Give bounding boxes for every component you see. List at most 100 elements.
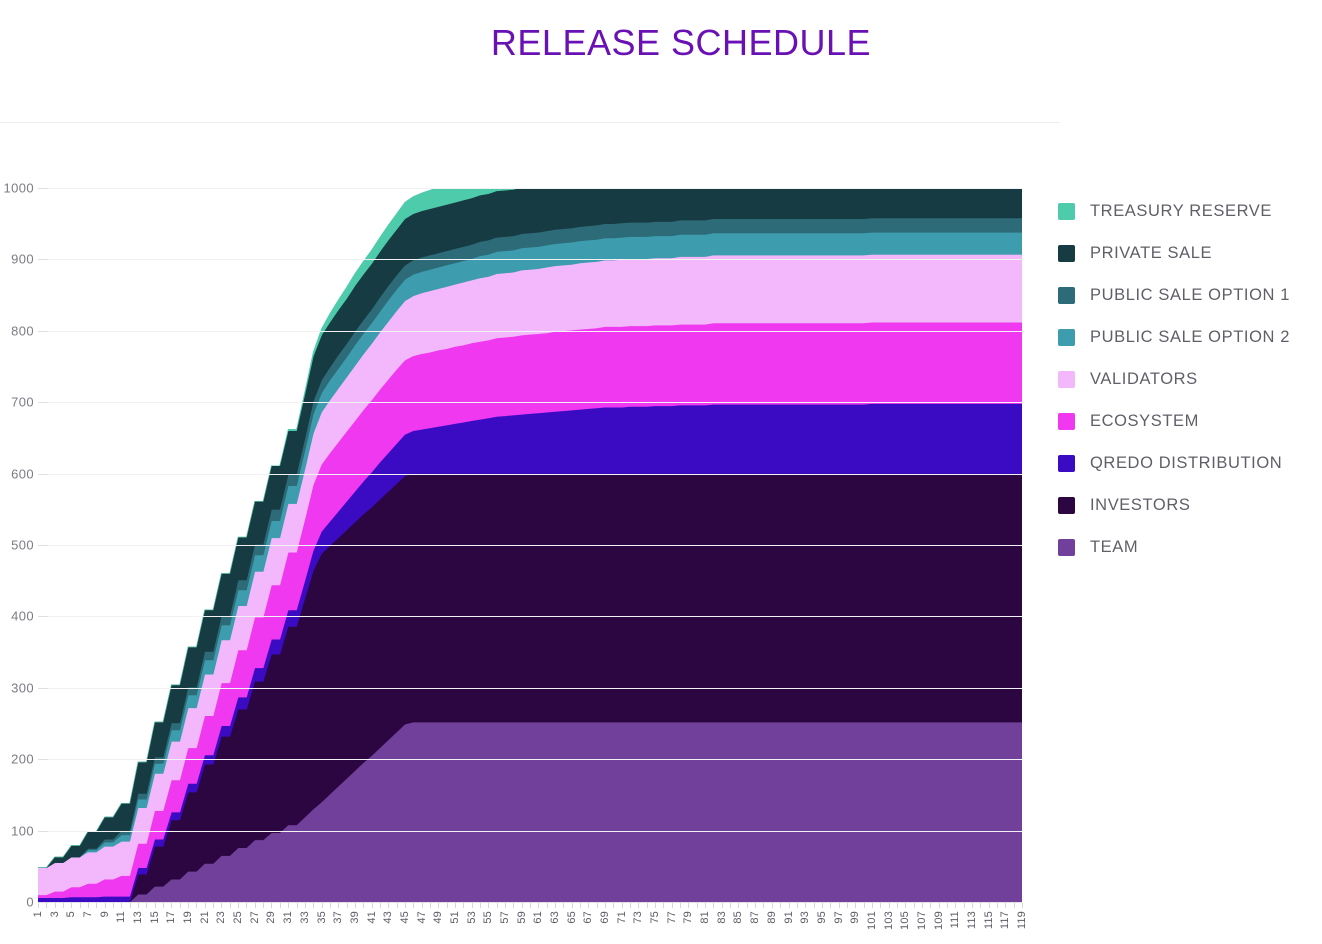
- x-tick-mark: [129, 903, 131, 908]
- x-tick-mark: [580, 903, 582, 908]
- legend-color-swatch: [1058, 496, 1075, 514]
- legend-color-swatch: [1058, 454, 1075, 472]
- x-tick-mark: [288, 903, 290, 908]
- legend-color-swatch: [1058, 244, 1075, 262]
- legend-item[interactable]: ECOSYSTEM: [1058, 400, 1318, 442]
- x-tick-label: 69: [599, 911, 612, 924]
- x-tick-label: 73: [632, 911, 645, 924]
- x-tick-label: 81: [699, 911, 712, 924]
- x-tick-label: 87: [749, 911, 762, 924]
- x-tick-mark: [638, 903, 640, 908]
- x-tick-mark: [913, 903, 915, 908]
- x-tick-mark: [388, 903, 390, 908]
- legend-color-swatch: [1058, 286, 1075, 304]
- x-tick-mark: [254, 903, 256, 908]
- x-tick-mark: [755, 903, 757, 908]
- x-tick-label: 27: [248, 911, 261, 924]
- x-tick-label: 113: [965, 911, 978, 930]
- x-tick-mark: [613, 903, 615, 908]
- x-tick-label: 23: [215, 911, 228, 924]
- legend-color-swatch: [1058, 538, 1075, 556]
- x-tick-mark: [46, 903, 48, 908]
- header-divider: [0, 122, 1060, 123]
- gridline: [48, 616, 1022, 618]
- y-tick-label: 800: [11, 323, 34, 339]
- x-tick-mark: [855, 903, 857, 908]
- x-tick-mark: [605, 903, 607, 908]
- legend-item[interactable]: PUBLIC SALE OPTION 2: [1058, 316, 1318, 358]
- x-tick-mark: [213, 903, 215, 908]
- x-tick-mark: [79, 903, 81, 908]
- legend-item-label: PRIVATE SALE: [1090, 243, 1213, 262]
- y-tick-label: 700: [11, 394, 34, 410]
- x-tick-label: 45: [398, 911, 411, 924]
- x-tick-mark: [930, 903, 932, 908]
- x-tick-mark: [871, 903, 873, 908]
- x-tick-mark: [454, 903, 456, 908]
- x-tick-label: 97: [832, 911, 845, 924]
- x-tick-mark: [321, 903, 323, 908]
- x-tick-mark: [329, 903, 331, 908]
- x-tick-mark: [54, 903, 56, 908]
- y-axis: 0 100 200 300 400 500 600 700 800 900 1000: [0, 170, 34, 920]
- x-tick-label: 99: [849, 911, 862, 924]
- x-tick-mark: [488, 903, 490, 908]
- x-tick-label: 111: [949, 911, 962, 929]
- legend-item[interactable]: QREDO DISTRIBUTION: [1058, 442, 1318, 484]
- x-tick-label: 1: [32, 911, 44, 918]
- y-tick-label: 600: [11, 466, 34, 482]
- x-tick-mark: [838, 903, 840, 908]
- x-tick-mark: [96, 903, 98, 908]
- x-tick-mark: [63, 903, 65, 908]
- x-tick-label: 13: [132, 911, 145, 924]
- x-tick-mark: [905, 903, 907, 908]
- x-tick-label: 47: [415, 911, 428, 924]
- x-tick-mark: [971, 903, 973, 908]
- x-tick-mark: [946, 903, 948, 908]
- y-tick-label: 0: [26, 894, 34, 910]
- legend-item[interactable]: PUBLIC SALE OPTION 1: [1058, 274, 1318, 316]
- x-tick-label: 3: [48, 911, 61, 918]
- x-tick-label: 79: [682, 911, 695, 924]
- x-tick-label: 107: [915, 911, 928, 930]
- x-tick-mark: [179, 903, 181, 908]
- legend-color-swatch: [1058, 412, 1075, 430]
- legend-item-label: TREASURY RESERVE: [1090, 201, 1272, 220]
- x-tick-mark: [1005, 903, 1007, 908]
- x-tick-label: 57: [498, 911, 511, 924]
- x-tick-mark: [813, 903, 815, 908]
- x-tick-mark: [738, 903, 740, 908]
- page-title: RELEASE SCHEDULE: [490, 22, 872, 63]
- x-tick-mark: [421, 903, 423, 908]
- x-tick-mark: [588, 903, 590, 908]
- y-tick-mark: [38, 616, 48, 618]
- x-tick-label: 119: [1016, 911, 1028, 930]
- x-tick-mark: [596, 903, 598, 908]
- x-tick-mark: [313, 903, 315, 908]
- legend-item[interactable]: VALIDATORS: [1058, 358, 1318, 400]
- x-tick-mark: [688, 903, 690, 908]
- x-tick-label: 53: [465, 911, 478, 924]
- y-tick-mark: [38, 259, 48, 261]
- x-tick-mark: [671, 903, 673, 908]
- x-tick-label: 35: [315, 911, 328, 924]
- gridline: [48, 830, 1022, 832]
- legend-item[interactable]: TREASURY RESERVE: [1058, 190, 1318, 232]
- gridline: [48, 545, 1022, 546]
- x-tick-label: 21: [198, 911, 211, 924]
- x-tick-mark: [763, 903, 765, 908]
- x-tick-label: 95: [815, 911, 828, 924]
- x-tick-label: 31: [282, 911, 295, 924]
- x-tick-label: 39: [348, 911, 361, 924]
- legend-item-label: INVESTORS: [1090, 495, 1191, 514]
- gridline: [48, 259, 1022, 261]
- x-tick-mark: [504, 903, 506, 908]
- x-tick-label: 55: [482, 911, 495, 924]
- legend-item[interactable]: TEAM: [1058, 526, 1318, 568]
- x-tick-label: 11: [115, 911, 128, 923]
- gridline: [48, 473, 1022, 475]
- y-tick-label: 300: [11, 680, 34, 696]
- x-tick-mark: [413, 903, 415, 908]
- legend-item[interactable]: PRIVATE SALE: [1058, 232, 1318, 274]
- legend-item[interactable]: INVESTORS: [1058, 484, 1318, 526]
